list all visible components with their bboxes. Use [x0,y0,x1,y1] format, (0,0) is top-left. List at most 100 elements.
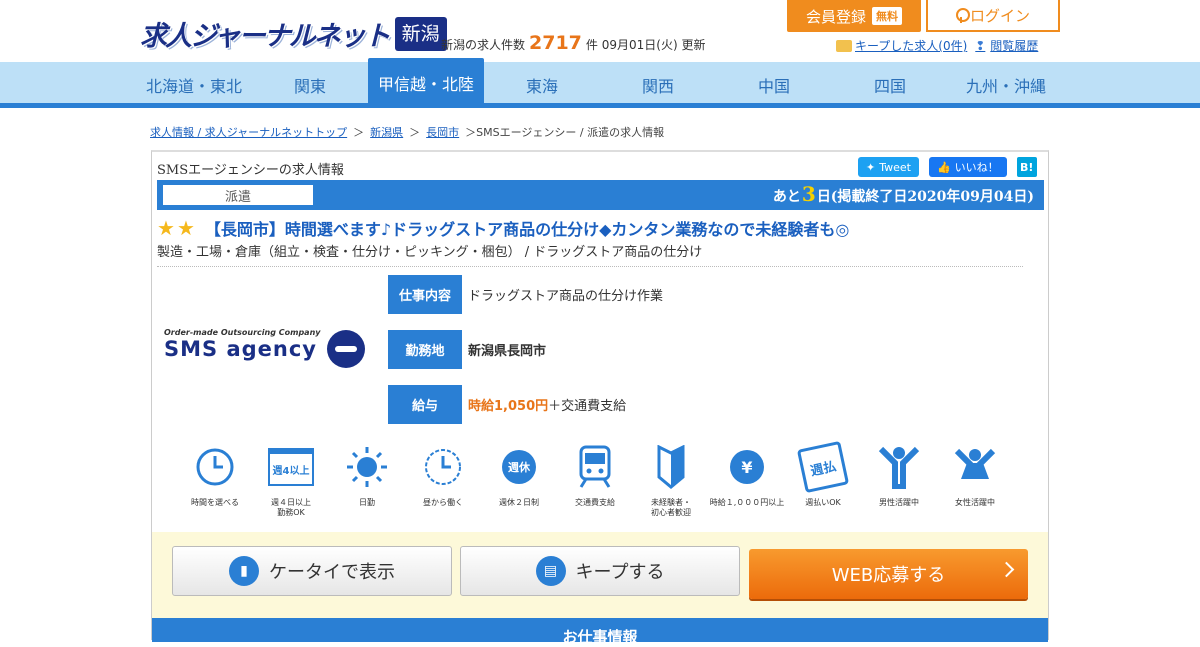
nav-kyushu-okinawa[interactable]: 九州・沖縄 [948,62,1064,108]
chevron-right-icon [998,561,1015,578]
female-icon [952,444,998,490]
wage-extra: ＋交通費支給 [548,399,627,414]
beginner-mark-icon [648,444,694,490]
feature-label: 時間を選べる [191,498,239,507]
feature-label: 週休２日制 [499,498,539,507]
nav-tokai[interactable]: 東海 [484,62,600,108]
web-apply-label: WEB応募する [831,565,946,586]
feature-beginner: 未経験者・ 初心者歓迎 [633,444,709,518]
kept-jobs-label: キープした求人(0件) [855,39,968,53]
action-area: ▮ ケータイで表示 ▤ キープする WEB応募する [152,532,1048,618]
site-logo[interactable]: 求人ジャーナルネット 新潟 [140,14,447,53]
feature-female: 女性活躍中 [937,444,1013,518]
nav-chugoku[interactable]: 中国 [716,62,832,108]
like-button[interactable]: 👍 いいね！ [928,157,1007,177]
employment-type-tag: 派遣 [163,185,313,205]
nav-hokkaido-tohoku[interactable]: 北海道・東北 [136,62,252,108]
feature-2days-off: 週休 週休２日制 [481,444,557,518]
register-label: 会員登録 [805,7,866,26]
deadline-suffix: 日(掲載終了日2020年09月04日) [816,189,1034,205]
weekly-off-icon: 週休 [496,444,542,490]
deadline: あと 3 日(掲載終了日2020年09月04日) [773,182,1034,206]
job-title[interactable]: ★ ★ 【長岡市】時間選べます♪ドラッグストア商品の仕分け◆カンタン業務なので未… [157,216,849,240]
job-count-number: 2717 [529,32,582,54]
weekly-off-glyph: 週休 [502,450,536,484]
folder-icon [836,39,852,52]
breadcrumb-sep: ＞ [353,126,365,139]
region-nav-items: 北海道・東北 関東 甲信越・北陸 東海 関西 中国 四国 九州・沖縄 [136,58,1064,108]
utility-links: キープした求人(0件) ❢ 閲覧履歴 [836,37,1038,54]
tweet-button[interactable]: ✦ Tweet [858,157,919,177]
info-row-salary: 給与 時給1,050円＋交通費支給 [388,385,626,424]
job-category: 製造・工場・倉庫（組立・検査・仕分け・ピッキング・梱包） / ドラッグストア商品… [157,245,703,260]
feature-afternoon: 昼から働く [405,444,481,518]
footprint-icon: ❢ [975,38,986,53]
deadline-days: 3 [801,182,816,206]
feature-daytime: 日勤 [329,444,405,518]
feature-label: 週払いOK [805,498,841,507]
info-label-job: 仕事内容 [388,275,462,314]
divider [157,266,1023,267]
yen-icon: ¥ [724,444,770,490]
sun-icon [344,444,390,490]
feature-label: 昼から働く [423,498,463,507]
site-header: 求人ジャーナルネット 新潟 新潟の求人件数 2717 件 09月01日(火) 更… [0,0,1200,62]
nav-kanto[interactable]: 関東 [252,62,368,108]
history-link[interactable]: ❢ 閲覧履歴 [975,37,1038,54]
weekly-pay-icon: 週払 [796,440,850,494]
share-buttons: ✦ Tweet 👍 いいね！ B! [858,157,1037,177]
web-apply-button[interactable]: WEB応募する [749,549,1028,599]
info-row-job: 仕事内容 ドラッグストア商品の仕分け作業 [388,275,663,314]
nav-kansai[interactable]: 関西 [600,62,716,108]
feature-label: 交通費支給 [575,498,615,507]
job-title-text: 【長岡市】時間選べます♪ドラッグストア商品の仕分け◆カンタン業務なので未経験者も… [204,220,850,239]
mobile-view-label: ケータイで表示 [269,562,395,583]
region-badge: 新潟 [394,16,447,51]
keep-label: キープする [575,562,665,583]
feature-label: 女性活躍中 [955,498,995,507]
company-logo: Order-made Outsourcing Company SMS agenc… [164,328,369,372]
breadcrumb: 求人情報 / 求人ジャーナルネットトップ ＞ 新潟県 ＞ 長岡市 ＞SMSエージ… [150,124,664,140]
twitter-icon: ✦ [866,160,876,174]
job-count-prefix: 新潟の求人件数 [441,38,526,52]
kept-jobs-link[interactable]: キープした求人(0件) [836,37,967,54]
feature-flexible-time: 時間を選べる [177,444,253,518]
breadcrumb-pref[interactable]: 新潟県 [370,124,403,140]
company-emblem-icon [327,330,365,368]
info-label-location: 勤務地 [388,330,462,369]
feature-weekly-pay: 週払 週払いOK [785,440,861,518]
info-label-salary: 給与 [388,385,462,424]
keep-button[interactable]: ▤ キープする [460,546,740,596]
region-nav: 北海道・東北 関東 甲信越・北陸 東海 関西 中国 四国 九州・沖縄 [0,58,1200,108]
login-button[interactable]: ログイン [926,0,1060,32]
calendar-glyph: 週4以上 [268,448,314,486]
feature-male: 男性活躍中 [861,444,937,518]
male-icon [876,444,922,490]
feature-4days: 週4以上 週４日以上 勤務OK [253,444,329,518]
folder-icon: ▤ [535,556,566,586]
info-value-salary: 時給1,050円＋交通費支給 [468,395,626,414]
job-info-bar: 派遣 あと 3 日(掲載終了日2020年09月04日) [157,180,1044,210]
breadcrumb-current: ＞SMSエージェンシー / 派遣の求人情報 [465,126,665,139]
free-tag: 無料 [872,7,902,25]
feature-icons: 時間を選べる 週4以上 週４日以上 勤務OK 日勤 昼から働く 週休 週休２日制… [177,440,1013,518]
register-button[interactable]: 会員登録 無料 [787,0,921,32]
info-value-location: 新潟県長岡市 [468,344,547,359]
feature-label: 週４日以上 勤務OK [271,498,311,517]
deadline-prefix: あと [772,189,801,205]
nav-shikoku[interactable]: 四国 [832,62,948,108]
breadcrumb-home[interactable]: 求人情報 / 求人ジャーナルネットトップ [150,124,347,140]
mobile-view-button[interactable]: ▮ ケータイで表示 [172,546,452,596]
feature-label: 時給１,０００円以上 [709,498,785,507]
feature-label: 日勤 [359,498,375,507]
info-row-location: 勤務地 新潟県長岡市 [388,330,546,369]
wage-amount: 時給1,050円 [468,399,549,414]
hatena-bookmark-button[interactable]: B! [1016,157,1037,177]
nav-koshinetsu-hokuriku[interactable]: 甲信越・北陸 [368,58,484,108]
job-count-suffix: 件 09月01日(火) 更新 [585,38,706,52]
feature-label: 男性活躍中 [879,498,919,507]
history-label: 閲覧履歴 [990,39,1039,53]
breadcrumb-city[interactable]: 長岡市 [426,124,459,140]
card-title: SMSエージェンシーの求人情報 [157,163,344,178]
info-value-job: ドラッグストア商品の仕分け作業 [468,289,664,304]
